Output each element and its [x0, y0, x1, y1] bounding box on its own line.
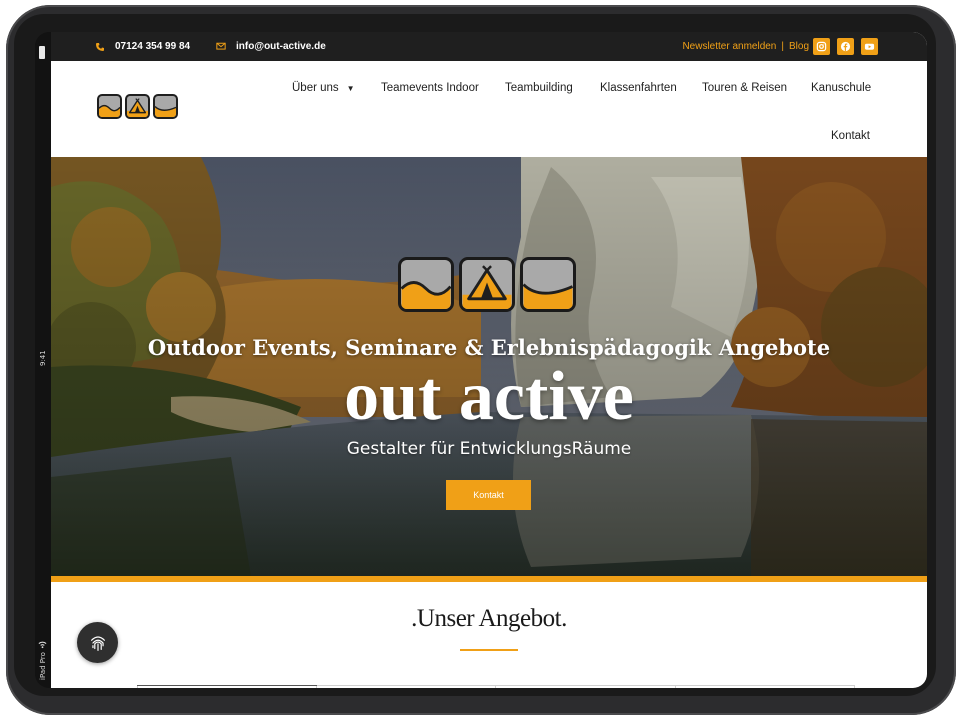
- caret-down-icon: ▼: [346, 83, 355, 93]
- envelope-icon: [216, 43, 226, 50]
- website-viewport: 07124 354 99 84 info@out-active.de Newsl…: [51, 32, 927, 688]
- nav-label: Teamevents Indoor: [381, 82, 479, 94]
- card-divider: [854, 686, 855, 688]
- nav-item-teambuilding[interactable]: Teambuilding: [505, 79, 573, 97]
- email-link[interactable]: info@out-active.de: [216, 32, 326, 61]
- nav-item-teamevents-indoor[interactable]: Teamevents Indoor: [381, 79, 479, 97]
- nav-label: Teambuilding: [505, 82, 573, 94]
- hero-logo-tile-tent: [459, 257, 515, 312]
- wifi-icon: [38, 641, 47, 649]
- email-address: info@out-active.de: [236, 41, 326, 52]
- battery-icon: [39, 46, 45, 59]
- hero-section: Outdoor Events, Seminare & Erlebnispädag…: [51, 157, 927, 576]
- instagram-button[interactable]: [813, 38, 830, 55]
- facebook-icon: [840, 41, 851, 52]
- nav-item-kontakt[interactable]: Kontakt: [831, 127, 870, 145]
- hero-logo-tile-hill: [520, 257, 576, 312]
- top-info-bar: 07124 354 99 84 info@out-active.de Newsl…: [51, 32, 927, 61]
- nav-label: Über uns: [292, 82, 339, 94]
- nav-label: Touren & Reisen: [702, 82, 788, 94]
- youtube-icon: [864, 43, 875, 50]
- nav-item-touren-reisen[interactable]: Touren & Reisen: [702, 79, 787, 97]
- facebook-button[interactable]: [837, 38, 854, 55]
- offer-cards-row: [137, 685, 855, 688]
- logo-tile-hill: [153, 94, 178, 119]
- hero-subtitle: Gestalter für EntwicklungsRäume: [346, 439, 632, 459]
- link-separator: |: [781, 41, 784, 52]
- instagram-icon: [816, 41, 827, 52]
- hero-title: out active: [344, 358, 634, 435]
- phone-icon: [96, 42, 104, 51]
- device-frame: 9:41 iPad Pro 07124 354 99 84 info@out-a…: [0, 0, 966, 719]
- hero-logo: [398, 257, 576, 312]
- card-divider: [137, 686, 138, 688]
- section-title: .Unser Angebot.: [411, 605, 567, 632]
- blog-link[interactable]: Blog: [789, 41, 809, 52]
- phone-number: 07124 354 99 84: [115, 41, 191, 52]
- title-underline: [460, 649, 518, 651]
- nav-label: Kanuschule: [811, 82, 872, 94]
- youtube-button[interactable]: [861, 38, 878, 55]
- hero-logo-tile-wave: [398, 257, 454, 312]
- nav-item-kanuschule[interactable]: Kanuschule: [811, 79, 871, 97]
- nav-label: Kontakt: [831, 130, 870, 142]
- statusbar-model: iPad Pro: [39, 652, 47, 680]
- card-divider: [495, 686, 496, 688]
- card-top-border: [137, 685, 317, 686]
- newsletter-link[interactable]: Newsletter anmelden: [682, 41, 776, 52]
- nav-label: Klassenfahrten: [600, 82, 677, 94]
- site-header: Über uns ▼ Teamevents Indoor Teambuildin…: [51, 61, 927, 157]
- logo-tile-tent: [125, 94, 150, 119]
- statusbar-time: 9:41: [39, 350, 47, 366]
- card-divider: [675, 686, 676, 688]
- phone-link[interactable]: 07124 354 99 84: [95, 32, 190, 61]
- contact-button[interactable]: Kontakt: [446, 480, 531, 510]
- nav-item-ueber-uns[interactable]: Über uns ▼: [292, 79, 355, 97]
- fingerprint-icon: [90, 635, 105, 651]
- card-divider: [316, 686, 317, 688]
- nav-item-klassenfahrten[interactable]: Klassenfahrten: [600, 79, 677, 97]
- site-logo[interactable]: [97, 94, 178, 119]
- fingerprint-button[interactable]: [77, 622, 118, 663]
- accent-stripe: [51, 576, 927, 582]
- logo-tile-wave: [97, 94, 122, 119]
- topbar-links: Newsletter anmelden | Blog: [682, 32, 809, 61]
